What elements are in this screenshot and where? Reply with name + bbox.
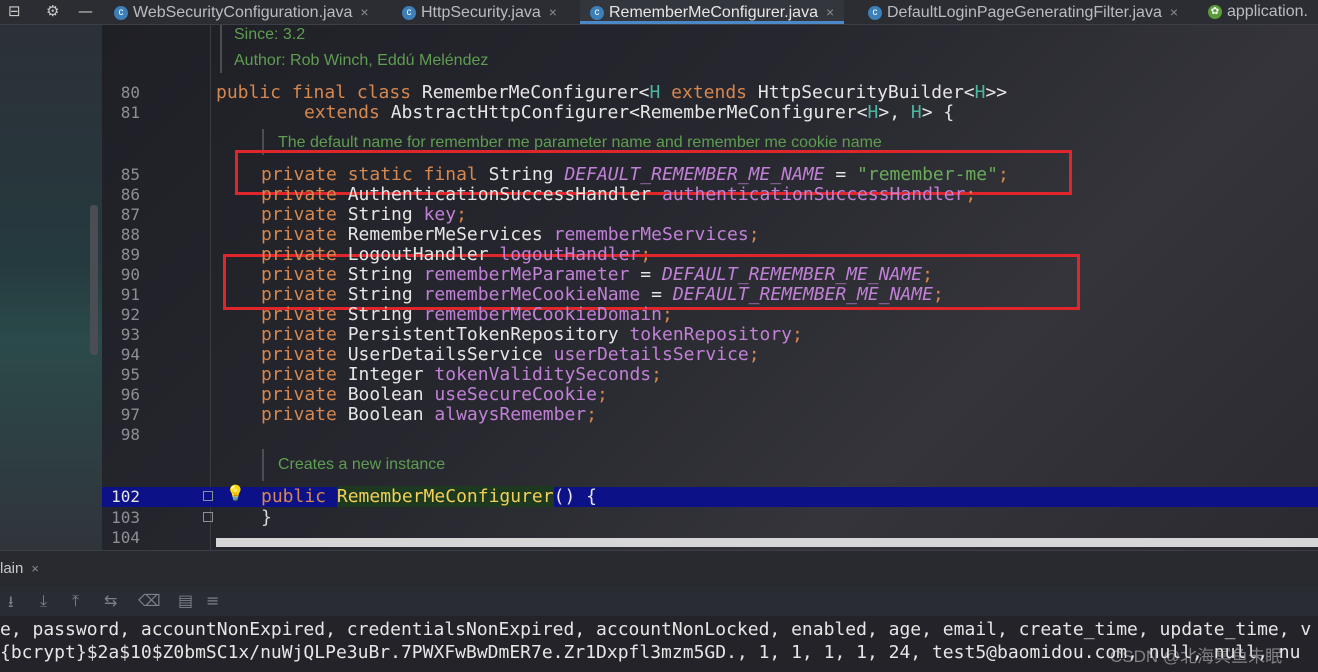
settings-icon[interactable]: ≡	[206, 591, 219, 610]
line-number: 93	[120, 325, 140, 344]
hide-panel-icon[interactable]: ⊟	[8, 2, 21, 20]
gutter-separator	[210, 25, 211, 550]
line-number: 86	[120, 185, 140, 204]
line-number: 95	[120, 365, 140, 384]
fold-marker-icon[interactable]	[203, 512, 213, 522]
close-icon[interactable]: ×	[549, 4, 557, 20]
line-number: 103	[111, 508, 140, 527]
line-number: 104	[111, 528, 140, 547]
code-line-87: private String key;	[261, 204, 467, 225]
tab-label: WebSecurityConfiguration.java	[133, 4, 353, 21]
class-icon: c	[402, 5, 416, 20]
code-line-88: private RememberMeServices rememberMeSer…	[261, 224, 760, 245]
line-number: 91	[120, 285, 140, 304]
code-line-95: private Integer tokenValiditySeconds;	[261, 364, 662, 385]
code-line-103: }	[261, 507, 272, 528]
code-line-92: private String rememberMeCookieDomain;	[261, 304, 673, 325]
tab-defaultloginpagegeneratingfilter[interactable]: c DefaultLoginPageGeneratingFilter.java ×	[868, 0, 1178, 24]
code-line-97: private Boolean alwaysRemember;	[261, 404, 597, 425]
tab-label: DefaultLoginPageGeneratingFilter.java	[887, 4, 1162, 21]
code-line-91: private String rememberMeCookieName = DE…	[261, 284, 944, 305]
doc-ctor-comment: Creates a new instance	[278, 456, 446, 473]
close-icon[interactable]: ×	[360, 4, 368, 20]
code-line-86: private AuthenticationSuccessHandler aut…	[261, 184, 977, 205]
line-number: 81	[120, 103, 140, 122]
editor-tab-bar: ⊟ ⚙ — c WebSecurityConfiguration.java × cH…	[0, 0, 1318, 25]
line-number: 97	[120, 405, 140, 424]
code-line-80: public final class RememberMeConfigurer<…	[216, 82, 1008, 103]
code-line-89: private LogoutHandler logoutHandler;	[261, 244, 652, 265]
tab-websecurityconfiguration[interactable]: c WebSecurityConfiguration.java ×	[114, 0, 369, 24]
class-icon: c	[590, 5, 604, 20]
line-number: 94	[120, 345, 140, 364]
scroll-up-icon[interactable]: ⤒	[72, 591, 79, 611]
class-icon: c	[868, 5, 882, 20]
code-line-90: private String rememberMeParameter = DEF…	[261, 264, 933, 285]
doc-since: Since: 3.2	[234, 26, 306, 43]
console-line: e, password, accountNonExpired, credenti…	[0, 619, 1312, 640]
print-icon[interactable]: ▤	[178, 591, 193, 610]
line-number: 92	[120, 305, 140, 324]
clear-all-icon[interactable]: ⌫	[138, 591, 161, 610]
spring-config-icon: ✿	[1208, 4, 1222, 19]
doc-comment-bar	[262, 449, 264, 481]
class-icon: c	[114, 5, 128, 20]
horizontal-scrollbar[interactable]	[216, 538, 1318, 547]
line-number: 102	[111, 487, 140, 506]
code-line-93: private PersistentTokenRepository tokenR…	[261, 324, 803, 345]
doc-comment-bar	[220, 25, 222, 73]
run-toolbar: ⭳ ⤓ ⤒ ⇆ ⌫ ▤ ≡	[0, 586, 1318, 616]
line-number: 88	[120, 225, 140, 244]
run-tab-label: lain	[0, 560, 24, 577]
doc-author: Author: Rob Winch, Eddú Meléndez	[234, 52, 489, 69]
minimize-icon[interactable]: —	[78, 2, 93, 20]
gear-icon[interactable]: ⚙	[46, 2, 59, 20]
code-line-96: private Boolean useSecureCookie;	[261, 384, 608, 405]
tab-httpsecurity[interactable]: c HttpSecurity.java ×	[402, 0, 557, 24]
watermark: CSDN @北海冥鱼未眠	[1110, 647, 1283, 666]
line-number: 85	[120, 165, 140, 184]
arrow-down-icon[interactable]: ⭳	[8, 591, 14, 618]
soft-wrap-icon[interactable]: ⇆	[104, 591, 117, 610]
code-editor[interactable]: Since: 3.2 Author: Rob Winch, Eddú Melén…	[102, 25, 1318, 550]
fold-marker-icon[interactable]	[203, 491, 213, 501]
tab-label: application.	[1227, 3, 1308, 20]
code-line-94: private UserDetailsService userDetailsSe…	[261, 344, 760, 365]
close-icon[interactable]: ×	[1170, 4, 1178, 20]
close-icon[interactable]: ×	[31, 561, 39, 576]
tab-label: HttpSecurity.java	[421, 4, 541, 21]
tab-remembermeconfigurer[interactable]: c RememberMeConfigurer.java ×	[580, 0, 845, 24]
tab-bar-tools: ⊟ ⚙ —	[0, 0, 102, 24]
code-line-102: public RememberMeConfigurer() {	[261, 486, 597, 507]
lightbulb-icon[interactable]: 💡	[226, 484, 245, 502]
code-line-81: extends AbstractHttpConfigurer<RememberM…	[304, 102, 955, 123]
tab-label: RememberMeConfigurer.java	[609, 4, 818, 21]
run-panel-header: lain ×	[0, 550, 1318, 587]
close-icon[interactable]: ×	[826, 4, 834, 20]
tab-application[interactable]: ✿ application.	[1208, 0, 1308, 24]
line-number: 80	[120, 83, 140, 102]
line-number: 87	[120, 205, 140, 224]
project-panel	[0, 25, 102, 550]
scroll-to-end-icon[interactable]: ⤓	[40, 591, 47, 611]
console-line: {bcrypt}$2a$10$Z0bmSC1x/nuWjQLPe3uBr.7PW…	[0, 642, 1301, 663]
line-number: 98	[120, 425, 140, 444]
line-number: 90	[120, 265, 140, 284]
line-number: 89	[120, 245, 140, 264]
scrollbar[interactable]	[90, 205, 98, 355]
line-number: 96	[120, 385, 140, 404]
run-tab[interactable]: lain ×	[0, 560, 39, 577]
